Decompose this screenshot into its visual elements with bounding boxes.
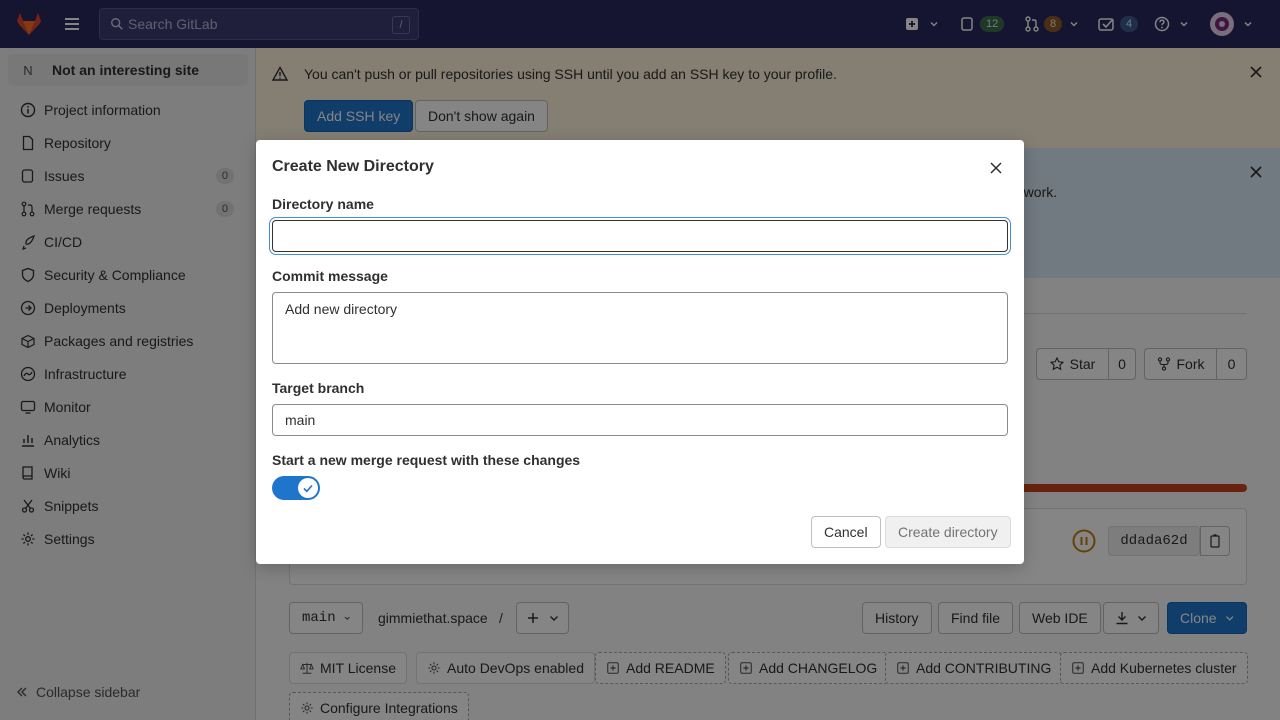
merge-request-toggle-label: Start a new merge request with these cha… — [272, 452, 581, 468]
commit-message-label: Commit message — [272, 268, 388, 284]
create-directory-modal: Create New Directory Directory name Comm… — [256, 140, 1024, 564]
create-directory-button[interactable]: Create directory — [885, 516, 1011, 548]
cancel-button[interactable]: Cancel — [811, 516, 881, 548]
target-branch-label: Target branch — [272, 380, 365, 396]
merge-request-toggle[interactable] — [272, 476, 320, 500]
modal-title: Create New Directory — [272, 158, 434, 175]
directory-name-label: Directory name — [272, 196, 374, 212]
directory-name-input[interactable] — [272, 220, 1008, 252]
check-icon — [303, 484, 313, 493]
toggle-knob — [298, 478, 318, 498]
target-branch-input[interactable] — [272, 404, 1008, 436]
commit-message-textarea[interactable]: Add new directory — [272, 292, 1008, 364]
close-icon[interactable] — [988, 160, 1004, 176]
